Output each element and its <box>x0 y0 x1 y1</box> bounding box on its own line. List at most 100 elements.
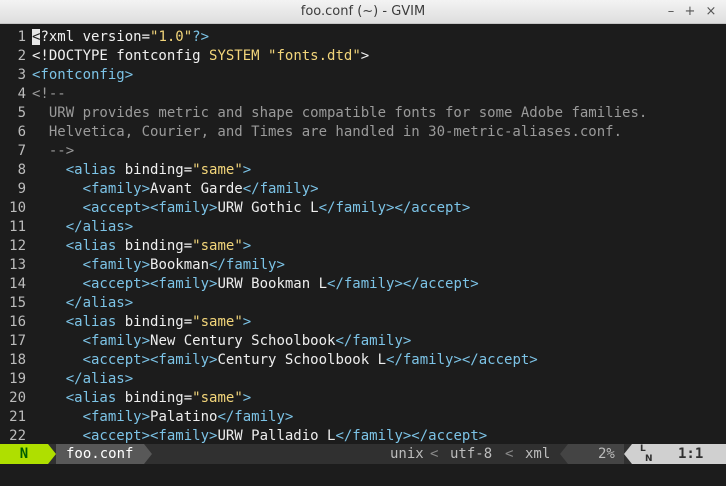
code-line[interactable]: 21 <family>Palatino</family> <box>0 408 726 427</box>
title-bar[interactable]: foo.conf (~) - GVIM – + × <box>0 0 726 24</box>
code-token: </family></accept> <box>327 276 479 292</box>
line-text: <alias binding="same"> <box>32 162 251 178</box>
code-line[interactable]: 8 <alias binding="same"> <box>0 161 726 180</box>
code-line[interactable]: 3 <fontconfig> <box>0 66 726 85</box>
code-line[interactable]: 9 <family>Avant Garde</family> <box>0 180 726 199</box>
code-token: </family></accept> <box>318 200 471 216</box>
code-token: <accept><family> <box>82 276 218 292</box>
position-separator-arrow <box>624 444 632 464</box>
mode-indicator: N <box>0 444 48 464</box>
text-editor-area[interactable]: 1 <?xml version="1.0"?> 2 <!DOCTYPE fontcon… <box>0 24 726 444</box>
code-line[interactable]: 16 <alias binding="same"> <box>0 313 726 332</box>
line-number: 6 <box>17 124 26 140</box>
code-line[interactable]: 14 <accept><family>URW Bookman L</family… <box>0 275 726 294</box>
chevron-left-icon: < <box>505 446 514 462</box>
line-text: <accept><family>Century Schoolbook L</fa… <box>32 352 538 368</box>
line-number: 15 <box>9 295 26 311</box>
filename-separator-arrow <box>144 444 152 464</box>
code-line[interactable]: 18 <accept><family>Century Schoolbook L<… <box>0 351 726 370</box>
code-token: <alias <box>65 162 125 178</box>
line-text: <alias binding="same"> <box>32 238 251 254</box>
cursor-position-label: 1:1 <box>678 446 704 462</box>
code-line[interactable]: 6 Helvetica, Courier, and Times are hand… <box>0 123 726 142</box>
code-token: "same" <box>192 314 243 330</box>
code-token: <alias <box>65 314 125 330</box>
line-number: 16 <box>9 314 26 330</box>
line-number: 7 <box>17 143 26 159</box>
code-token: URW provides metric and shape compatible… <box>32 105 648 121</box>
code-token: </family> <box>335 333 412 349</box>
code-line[interactable]: 4 <!-- <box>0 85 726 104</box>
code-line[interactable]: 12 <alias binding="same"> <box>0 237 726 256</box>
code-token: <accept><family> <box>82 352 218 368</box>
code-token: <accept><family> <box>82 200 218 216</box>
code-line[interactable]: 10 <accept><family>URW Gothic L</family>… <box>0 199 726 218</box>
code-token: URW Gothic L <box>217 200 319 216</box>
minimize-button[interactable]: – <box>662 3 680 21</box>
code-line[interactable]: 15 </alias> <box>0 294 726 313</box>
encoding-label: utf-8 <box>450 446 493 462</box>
line-number: 17 <box>9 333 26 349</box>
line-text: </alias> <box>32 295 133 311</box>
code-token: > <box>242 162 252 178</box>
code-token: ?> <box>192 29 210 45</box>
code-token: Century Schoolbook L <box>217 352 387 368</box>
code-line[interactable]: 22 <accept><family>URW Palladio L</famil… <box>0 427 726 444</box>
scroll-percent-label: 2% <box>598 446 615 462</box>
line-number: 3 <box>17 67 26 83</box>
line-text: <fontconfig> <box>32 67 133 83</box>
code-line[interactable]: 1 <?xml version="1.0"?> <box>0 28 726 47</box>
code-token: Helvetica, Courier, and Times are handle… <box>32 124 623 140</box>
code-token: <alias <box>65 390 125 406</box>
code-token: --> <box>32 143 75 159</box>
status-line: N foo.conf unix < utf-8 < xml 2% LN 1:1 <box>0 444 726 464</box>
code-token: </family> <box>242 181 319 197</box>
code-line[interactable]: 17 <family>New Century Schoolbook</famil… <box>0 332 726 351</box>
code-line[interactable]: 13 <family>Bookman</family> <box>0 256 726 275</box>
chevron-left-icon: < <box>430 446 439 462</box>
code-line[interactable]: 20 <alias binding="same"> <box>0 389 726 408</box>
line-number: 20 <box>9 390 26 406</box>
code-token: <accept><family> <box>82 428 218 444</box>
maximize-button[interactable]: + <box>681 3 699 21</box>
command-line[interactable] <box>0 464 726 486</box>
code-token: </family> <box>209 257 285 273</box>
code-token: <fontconfig> <box>32 67 134 83</box>
code-line[interactable]: 7 --> <box>0 142 726 161</box>
line-text: </alias> <box>32 219 133 235</box>
line-number: 11 <box>9 219 26 235</box>
line-text: <alias binding="same"> <box>32 314 251 330</box>
code-token: </alias> <box>65 371 134 387</box>
code-token: </family> <box>217 409 294 425</box>
code-token: "same" <box>192 162 243 178</box>
code-token: URW Bookman L <box>217 276 328 292</box>
code-token: binding= <box>124 238 193 254</box>
line-number: 18 <box>9 352 26 368</box>
code-line[interactable]: 2 <!DOCTYPE fontconfig SYSTEM "fonts.dtd"… <box>0 47 726 66</box>
code-line[interactable]: 5 URW provides metric and shape compatib… <box>0 104 726 123</box>
line-number: 10 <box>9 200 26 216</box>
percent-segment <box>568 444 624 464</box>
code-line[interactable]: 11 </alias> <box>0 218 726 237</box>
close-button[interactable]: × <box>702 3 720 21</box>
code-line[interactable]: 19 </alias> <box>0 370 726 389</box>
filetype-label: xml <box>525 446 551 462</box>
line-number: 1 <box>17 29 26 45</box>
code-token: <!-- <box>32 86 66 102</box>
code-token: > <box>242 314 252 330</box>
line-number: 5 <box>17 105 26 121</box>
line-number-icon: LN <box>640 444 653 464</box>
code-token: binding= <box>124 314 193 330</box>
code-token: ?xml version= <box>40 29 151 45</box>
code-token: URW Palladio L <box>217 428 336 444</box>
